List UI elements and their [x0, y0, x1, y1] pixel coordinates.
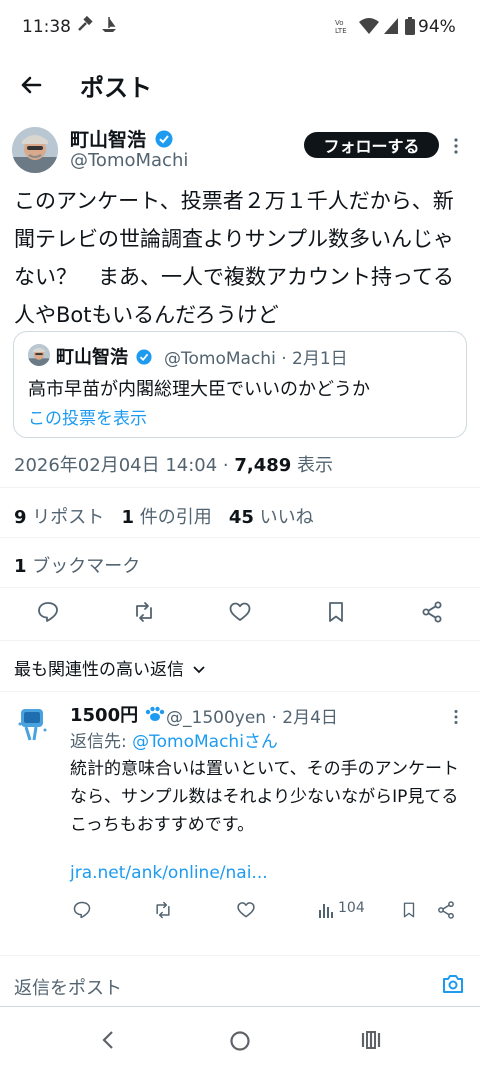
reposts-count: 9 — [14, 507, 27, 528]
system-nav-bar — [0, 1010, 480, 1067]
nav-home-icon[interactable] — [229, 1030, 251, 1052]
nav-recents-icon[interactable] — [360, 1030, 382, 1050]
divider — [0, 487, 480, 488]
reply-author-name[interactable]: 1500円 — [70, 701, 166, 727]
svg-text:LTE: LTE — [335, 27, 347, 35]
battery-icon — [405, 17, 415, 35]
quotes-label: 件の引用 — [133, 507, 212, 528]
likes-label: いいね — [253, 507, 314, 528]
reply-to-handle[interactable]: @TomoMachiさん — [132, 732, 278, 752]
views-label: 表示 — [291, 455, 334, 476]
quote-avatar — [28, 344, 50, 366]
boat-icon — [102, 17, 116, 32]
status-bar: 11:38 Vo LTE 94% — [0, 0, 480, 56]
reposts-stat[interactable]: 9 リポスト — [14, 507, 104, 528]
bookmarks-stat[interactable]: 1 ブックマーク — [14, 552, 140, 578]
post-actions — [0, 600, 480, 626]
divider — [0, 691, 480, 692]
reply-like-icon[interactable] — [236, 900, 256, 920]
reply-share-icon[interactable] — [436, 900, 456, 920]
svg-text:Vo: Vo — [335, 19, 344, 27]
top-bar: ポスト — [0, 56, 480, 112]
paw-icon — [146, 706, 165, 721]
share-icon[interactable] — [420, 600, 444, 624]
author-handle[interactable]: @TomoMachi — [70, 150, 188, 171]
verified-badge-icon — [155, 130, 173, 148]
reply-link[interactable]: jra.net/ank/online/nai... — [70, 863, 268, 883]
quoted-post[interactable]: 町山智浩 @TomoMachi · 2月1日 高市早苗が内閣総理大臣でいいのかど… — [13, 331, 467, 438]
more-options-icon[interactable] — [452, 137, 460, 155]
reply-reply-icon[interactable] — [72, 900, 92, 920]
author-name-text: 町山智浩 — [70, 129, 147, 151]
post-timestamp: 2026年02月04日 14:04 · — [14, 455, 235, 476]
reply-more-options-icon[interactable] — [452, 709, 460, 725]
hammer-icon — [78, 16, 93, 31]
reply-composer[interactable]: 返信をポスト — [0, 955, 480, 1007]
battery-percent: 94% — [418, 17, 456, 37]
reply-avatar[interactable] — [12, 704, 52, 744]
bookmarks-label: ブックマーク — [26, 556, 141, 577]
divider — [0, 587, 480, 588]
quote-verified-badge-icon — [136, 349, 152, 365]
wifi-icon — [359, 18, 379, 34]
views-count: 7,489 — [234, 455, 292, 476]
author-avatar[interactable] — [12, 127, 58, 173]
reply-to-prefix: 返信先: — [70, 732, 133, 752]
repost-icon[interactable] — [132, 600, 156, 624]
reply-sort-label: 最も関連性の高い返信 — [14, 660, 184, 680]
status-time: 11:38 — [22, 17, 71, 37]
likes-count: 45 — [228, 507, 254, 528]
reposts-label: リポスト — [26, 507, 105, 528]
bookmark-icon[interactable] — [324, 600, 348, 624]
reply-repost-icon[interactable] — [153, 900, 173, 920]
volte-icon: VoLTE — [335, 19, 347, 35]
divider — [0, 537, 480, 538]
quotes-count: 1 — [121, 507, 134, 528]
views-icon[interactable] — [318, 900, 336, 920]
signal-icon — [384, 18, 398, 34]
author-name[interactable]: 町山智浩 — [70, 125, 173, 152]
follow-button[interactable]: フォローする — [304, 132, 439, 158]
page-title: ポスト — [80, 74, 152, 102]
quote-handle-date: @TomoMachi · 2月1日 — [164, 349, 348, 369]
reply-to-line: 返信先: @TomoMachiさん — [70, 727, 278, 752]
quote-author-name: 町山智浩 — [56, 343, 152, 369]
quote-author-name-text: 町山智浩 — [56, 347, 128, 368]
quote-text: 高市早苗が内閣総理大臣でいいのかどうか — [28, 379, 370, 400]
nav-back-icon[interactable] — [100, 1030, 116, 1050]
bookmarks-count: 1 — [14, 556, 27, 577]
chevron-down-icon — [193, 666, 206, 674]
engagement-stats: 9 リポスト 1 件の引用 45 いいね — [14, 503, 314, 529]
reply-views-count: 104 — [338, 900, 365, 916]
reply-input-placeholder[interactable]: 返信をポスト — [14, 974, 122, 1000]
reply-bookmark-icon[interactable] — [400, 900, 418, 920]
divider — [0, 640, 480, 641]
reply-icon[interactable] — [36, 600, 60, 624]
back-arrow-icon[interactable] — [16, 70, 46, 100]
quotes-stat[interactable]: 1 件の引用 — [121, 507, 211, 528]
reply-handle-date[interactable]: @_1500yen · 2月4日 — [166, 703, 338, 728]
post-text: このアンケート、投票者２万１千人だから、新聞テレビの世論調査よりサンプル数多いん… — [14, 189, 454, 327]
post-meta: 2026年02月04日 14:04 · 7,489 表示 — [14, 451, 333, 477]
camera-icon[interactable] — [441, 973, 465, 995]
reply-sort-dropdown[interactable]: 最も関連性の高い返信 — [14, 655, 206, 680]
reply-author-name-text: 1500円 — [70, 705, 139, 726]
reply-text: 統計的意味合いは置いといて、その手のアンケートなら、サンプル数はそれより少ないな… — [70, 759, 459, 835]
likes-stat[interactable]: 45 いいね — [229, 507, 314, 528]
like-icon[interactable] — [228, 600, 252, 624]
view-poll-link[interactable]: この投票を表示 — [28, 404, 147, 429]
